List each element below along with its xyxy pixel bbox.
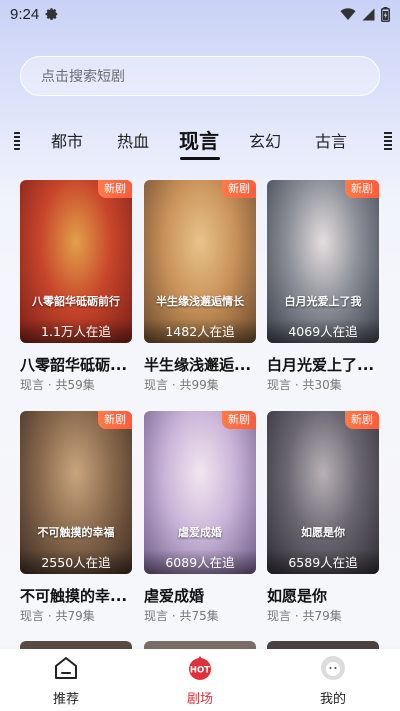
tab-partial-right[interactable] <box>384 132 392 150</box>
drama-title[interactable]: 白月光爱上了... <box>267 354 379 375</box>
home-icon <box>55 657 77 679</box>
drama-poster[interactable]: 不可触摸的幸福 新剧 2550人在追 <box>20 411 132 574</box>
drama-title[interactable]: 不可触摸的幸... <box>20 585 132 606</box>
nav-label: 我的 <box>319 692 346 707</box>
tab-active-indicator <box>180 157 220 160</box>
drama-title[interactable]: 半生缘浅邂逅... <box>144 354 256 375</box>
tab-rexue[interactable]: 热血 <box>117 128 149 152</box>
nav-label: 推荐 <box>52 692 79 707</box>
drama-meta: 现言 · 共79集 <box>267 609 342 623</box>
poster-title-text: 虐爱成婚 <box>178 526 222 539</box>
wifi-icon <box>340 7 356 20</box>
drama-title[interactable]: 如愿是你 <box>267 585 379 606</box>
status-time: 9:24 <box>10 5 40 23</box>
drama-meta: 现言 · 共59集 <box>20 378 95 392</box>
drama-meta: 现言 · 共75集 <box>144 609 219 623</box>
poster-title-text: 八零韶华砥砺前行 <box>32 295 120 308</box>
signal-icon <box>362 8 375 20</box>
new-badge: 新剧 <box>98 180 132 198</box>
tab-partial-left[interactable] <box>14 132 20 150</box>
nav-mine[interactable]: 我的 <box>293 649 373 711</box>
follower-count: 4069人在追 <box>267 319 379 343</box>
drama-poster[interactable]: 八零韶华砥砺前行 新剧 1.1万人在追 <box>20 180 132 343</box>
drama-title[interactable]: 虐爱成婚 <box>144 585 256 606</box>
search-placeholder: 点击搜索短剧 <box>41 69 125 85</box>
follower-count: 1.1万人在追 <box>20 319 132 343</box>
new-badge: 新剧 <box>345 180 379 198</box>
category-tabs: 都市 热血 现言 玄幻 古言 <box>0 124 400 164</box>
new-badge: 新剧 <box>345 411 379 429</box>
follower-count: 6089人在追 <box>144 550 256 574</box>
drama-title[interactable]: 八零韶华砥砺... <box>20 354 132 375</box>
follower-count: 2550人在追 <box>20 550 132 574</box>
tab-xuanhuan[interactable]: 玄幻 <box>249 128 281 152</box>
drama-meta: 现言 · 共79集 <box>20 609 95 623</box>
nav-recommend[interactable]: 推荐 <box>26 649 106 711</box>
poster-title-text: 半生缘浅邂逅情长 <box>156 295 244 308</box>
drama-poster[interactable]: 如愿是你 新剧 6589人在追 <box>267 411 379 574</box>
drama-poster[interactable]: 半生缘浅邂逅情长 新剧 1482人在追 <box>144 180 256 343</box>
new-badge: 新剧 <box>222 411 256 429</box>
poster-title-text: 白月光爱上了我 <box>284 295 362 308</box>
tab-dushi[interactable]: 都市 <box>51 128 83 152</box>
status-bar: 9:24 <box>0 0 400 28</box>
gear-icon <box>45 8 58 21</box>
hot-icon-text: HOT <box>190 666 210 676</box>
new-badge: 新剧 <box>98 411 132 429</box>
drama-poster[interactable]: 白月光爱上了我 新剧 4069人在追 <box>267 180 379 343</box>
tab-xianyan[interactable]: 现言 <box>179 125 219 154</box>
poster-title-text: 不可触摸的幸福 <box>37 526 115 539</box>
nav-theater[interactable]: HOT 剧场 <box>160 649 240 711</box>
drama-poster[interactable]: 虐爱成婚 新剧 6089人在追 <box>144 411 256 574</box>
tab-guyan[interactable]: 古言 <box>315 128 347 152</box>
profile-icon <box>321 656 345 680</box>
drama-meta: 现言 · 共30集 <box>267 378 342 392</box>
drama-meta: 现言 · 共99集 <box>144 378 219 392</box>
bottom-nav: 推荐 HOT 剧场 我的 <box>0 649 400 711</box>
poster-title-text: 如愿是你 <box>301 526 345 539</box>
hot-icon: HOT <box>189 656 211 680</box>
battery-icon <box>381 6 390 22</box>
follower-count: 6589人在追 <box>267 550 379 574</box>
follower-count: 1482人在追 <box>144 319 256 343</box>
search-input[interactable]: 点击搜索短剧 <box>20 56 380 96</box>
nav-label: 剧场 <box>186 692 213 707</box>
new-badge: 新剧 <box>222 180 256 198</box>
